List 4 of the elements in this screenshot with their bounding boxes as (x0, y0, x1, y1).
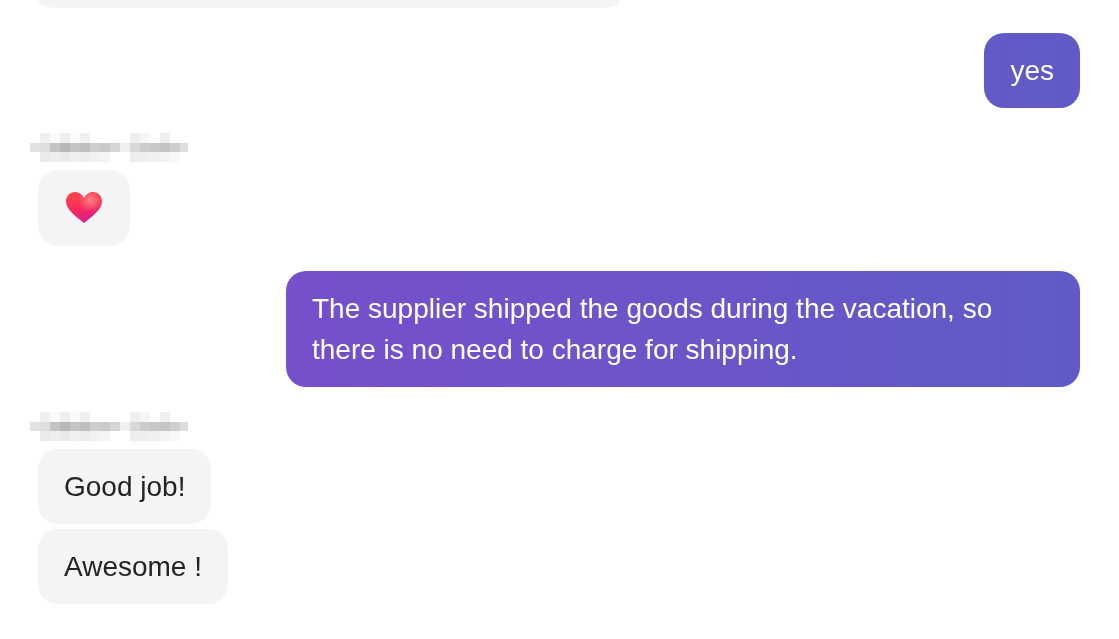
chat-message: The supplier shipped the goods during the vacation, so there is no need to charge for shipping. (286, 271, 1080, 387)
chat-message: Good job! (38, 449, 212, 524)
chat-message: Awesome ! (38, 529, 228, 604)
chat-message: yes (984, 33, 1080, 108)
